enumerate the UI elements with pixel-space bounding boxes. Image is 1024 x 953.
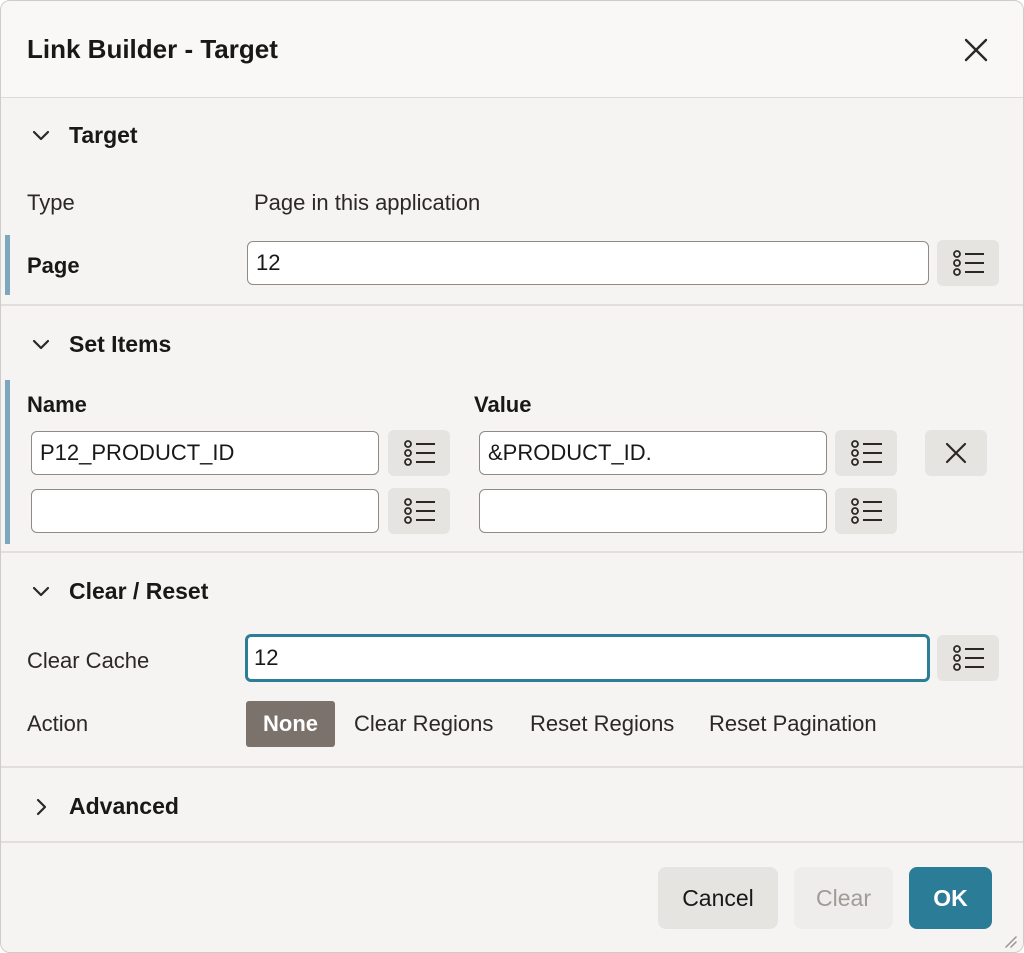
action-option-none[interactable]: None [246,701,335,747]
target-section-title: Target [69,122,138,148]
item-value-input[interactable] [479,431,827,475]
required-marker [5,235,10,295]
dialog-footer: Cancel Clear OK [1,841,1023,952]
target-section: Target Type Page in this application Pag… [1,98,1023,304]
list-icon [851,440,882,466]
resize-handle-icon[interactable] [1001,932,1017,948]
page-list-button[interactable] [937,240,999,286]
clear-cache-list-button[interactable] [937,635,999,681]
page-input[interactable] [247,241,929,285]
page-label: Page [27,253,80,278]
cancel-button[interactable]: Cancel [658,867,778,929]
clear-button[interactable]: Clear [794,867,893,929]
ok-button[interactable]: OK [909,867,992,929]
dialog-titlebar: Link Builder - Target [1,1,1023,98]
dialog-title: Link Builder - Target [27,34,278,64]
item-value-list-button[interactable] [835,430,897,476]
clear-reset-section-title: Clear / Reset [69,578,209,604]
action-option-reset-regions[interactable]: Reset Regions [530,701,674,747]
chevron-down-icon [32,586,50,597]
set-items-section: Set Items Name Value [1,304,1023,550]
chevron-right-icon [36,798,47,816]
item-value-list-button[interactable] [835,488,897,534]
action-option-reset-pagination[interactable]: Reset Pagination [709,701,877,747]
required-marker [5,380,10,544]
item-name-list-button[interactable] [388,488,450,534]
value-column-header: Value [474,392,532,417]
clear-cache-input[interactable] [245,634,930,682]
remove-item-button[interactable] [925,430,987,476]
name-column-header: Name [27,392,87,417]
list-icon [953,645,984,671]
chevron-down-icon [32,339,50,350]
list-icon [404,498,435,524]
action-label: Action [27,711,89,736]
chevron-down-icon [32,130,50,141]
clear-reset-section: Clear / Reset Clear Cache Action None Cl… [1,551,1023,767]
list-icon [953,250,984,276]
type-value: Page in this application [254,190,481,215]
list-icon [404,440,435,466]
list-icon [851,498,882,524]
item-value-input[interactable] [479,489,827,533]
close-icon [964,38,988,62]
link-builder-dialog: Link Builder - Target Target Type Page i… [0,0,1024,953]
item-name-list-button[interactable] [388,430,450,476]
type-label: Type [27,190,75,215]
action-option-clear-regions[interactable]: Clear Regions [354,701,493,747]
advanced-section-title: Advanced [69,793,179,819]
item-name-input[interactable] [31,431,379,475]
advanced-section: Advanced [1,766,1023,842]
item-name-input[interactable] [31,489,379,533]
set-items-section-title: Set Items [69,331,172,357]
close-icon [945,442,967,464]
close-button[interactable] [957,31,995,69]
clear-cache-label: Clear Cache [27,648,150,673]
